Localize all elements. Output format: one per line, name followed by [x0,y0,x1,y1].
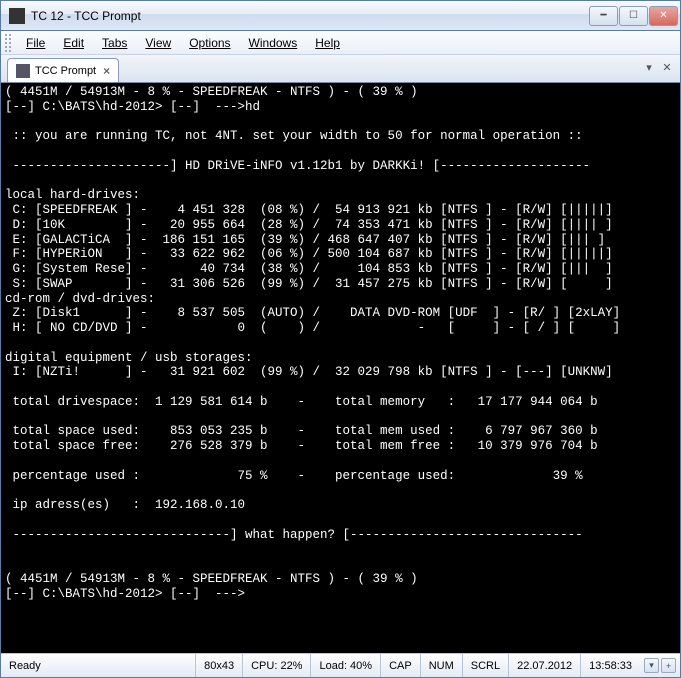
terminal-line: total space used: 853 053 235 b - total … [5,424,676,439]
status-load: Load: 40% [310,654,380,677]
window-title: TC 12 - TCC Prompt [31,9,589,23]
terminal-line: [--] C:\BATS\hd-2012> [--] ---> [5,587,676,602]
terminal-line: percentage used : 75 % - percentage used… [5,469,676,484]
terminal-line: ( 4451M / 54913M - 8 % - SPEEDFREAK - NT… [5,85,676,100]
terminal-line [5,410,676,425]
terminal-line: digital equipment / usb storages: [5,351,676,366]
scroll-down-button[interactable]: ▾ [644,658,659,673]
terminal-line: ---------------------] HD DRiVE-iNFO v1.… [5,159,676,174]
terminal-line: total space free: 276 528 379 b - total … [5,439,676,454]
status-dimensions: 80x43 [195,654,242,677]
status-date: 22.07.2012 [508,654,580,677]
terminal-icon [16,64,30,78]
terminal-line: E: [GALACTiCA ] - 186 151 165 (39 %) / 4… [5,233,676,248]
terminal-line [5,454,676,469]
terminal-line: -----------------------------] what happ… [5,528,676,543]
terminal-line [5,542,676,557]
status-num: NUM [420,654,462,677]
status-time: 13:58:33 [580,654,640,677]
app-icon [9,8,25,24]
terminal-line: [--] C:\BATS\hd-2012> [--] --->hd [5,100,676,115]
terminal-line [5,513,676,528]
window-controls: ━ ☐ ✕ [589,6,678,26]
terminal-line [5,174,676,189]
zoom-button[interactable]: + [661,658,676,673]
minimize-button[interactable]: ━ [589,6,618,26]
terminal-line: local hard-drives: [5,188,676,203]
tabstrip-controls: ▾ ✕ [642,61,674,75]
terminal-line: total drivespace: 1 129 581 614 b - tota… [5,395,676,410]
terminal-line: F: [HYPERiON ] - 33 622 962 (06 %) / 500… [5,247,676,262]
statusbar: Ready 80x43 CPU: 22% Load: 40% CAP NUM S… [1,653,680,677]
menu-file[interactable]: File [17,33,54,53]
menu-windows[interactable]: Windows [240,33,307,53]
terminal-line: G: [System Rese] - 40 734 (38 %) / 104 8… [5,262,676,277]
menu-view[interactable]: View [136,33,180,53]
terminal-line: I: [NZTi! ] - 31 921 602 (99 %) / 32 029… [5,365,676,380]
tab-close-all-icon[interactable]: ✕ [660,61,674,75]
close-button[interactable]: ✕ [649,6,678,26]
terminal-line: Z: [Disk1 ] - 8 537 505 (AUTO) / DATA DV… [5,306,676,321]
terminal-line: H: [ NO CD/DVD ] - 0 ( ) / - [ ] - [ / ]… [5,321,676,336]
tab-tcc-prompt[interactable]: TCC Prompt × [7,58,119,82]
status-cap: CAP [380,654,420,677]
menu-grip[interactable] [5,34,11,52]
terminal-line [5,144,676,159]
status-cpu: CPU: 22% [242,654,310,677]
terminal-line [5,380,676,395]
status-scroll-buttons: ▾ + [640,658,680,673]
menu-options[interactable]: Options [180,33,239,53]
menu-tabs[interactable]: Tabs [93,33,136,53]
titlebar[interactable]: TC 12 - TCC Prompt ━ ☐ ✕ [1,1,680,31]
terminal-line: ( 4451M / 54913M - 8 % - SPEEDFREAK - NT… [5,572,676,587]
terminal-line: S: [SWAP ] - 31 306 526 (99 %) / 31 457 … [5,277,676,292]
maximize-button[interactable]: ☐ [619,6,648,26]
menu-edit[interactable]: Edit [54,33,93,53]
status-scrl: SCRL [462,654,508,677]
status-ready: Ready [1,654,195,677]
terminal-line: :: you are running TC, not 4NT. set your… [5,129,676,144]
terminal-output[interactable]: ( 4451M / 54913M - 8 % - SPEEDFREAK - NT… [1,83,680,653]
tab-label: TCC Prompt [35,65,96,77]
terminal-line: ip adress(es) : 192.168.0.10 [5,498,676,513]
terminal-line: D: [10K ] - 20 955 664 (28 %) / 74 353 4… [5,218,676,233]
terminal-line [5,483,676,498]
menu-help[interactable]: Help [306,33,349,53]
terminal-line [5,115,676,130]
terminal-line: cd-rom / dvd-drives: [5,292,676,307]
terminal-line [5,557,676,572]
tab-close-icon[interactable]: × [103,64,110,78]
app-window: TC 12 - TCC Prompt ━ ☐ ✕ File Edit Tabs … [0,0,681,678]
menubar: File Edit Tabs View Options Windows Help [1,31,680,55]
tab-dropdown-icon[interactable]: ▾ [642,61,656,75]
terminal-line [5,336,676,351]
tabstrip: TCC Prompt × ▾ ✕ [1,55,680,83]
terminal-line: C: [SPEEDFREAK ] - 4 451 328 (08 %) / 54… [5,203,676,218]
